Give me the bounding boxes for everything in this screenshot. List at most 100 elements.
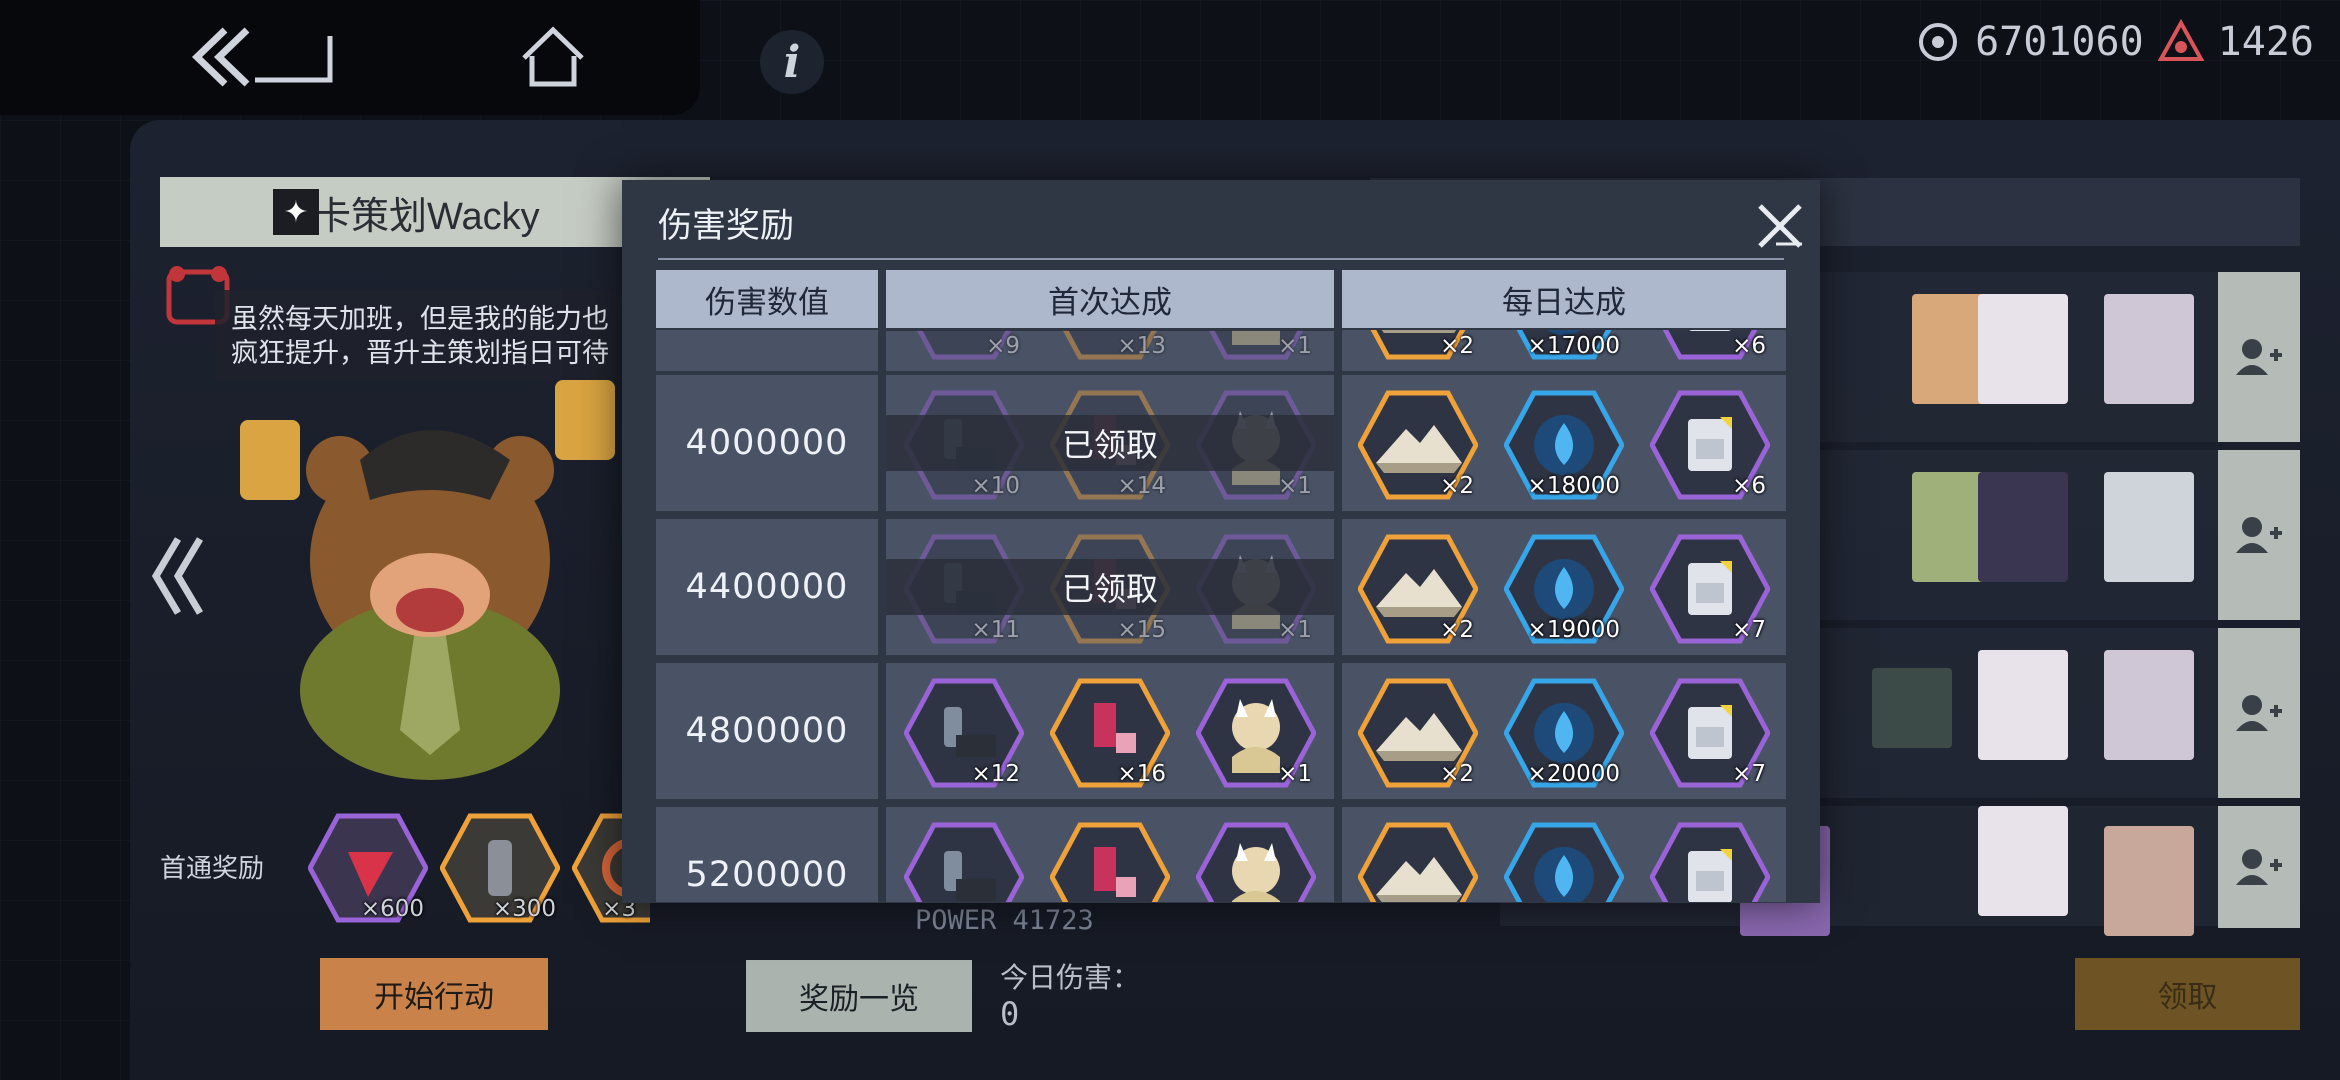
reward-quantity: ×600 [360,896,424,922]
reward-quantity: ×2 [1440,761,1474,787]
power-text: POWER 41723 [915,905,1094,936]
reward-item[interactable]: ×6 [1650,389,1770,501]
reward-item[interactable] [1504,821,1624,902]
reward-item[interactable]: ×2 [1358,533,1478,645]
reward-item[interactable]: ×6 [1650,330,1770,361]
currency-1-value: 6701060 [1975,19,2144,65]
empty-slot [1872,668,1952,748]
ore-pile-icon [1358,822,1478,902]
reward-quantity: ×20000 [1527,761,1620,787]
add-user-icon [2236,695,2282,731]
damage-value: 4000000 [656,375,878,511]
reward-quantity: ×15 [1117,617,1166,643]
reward-item[interactable]: ×2 [1358,330,1478,361]
title-divider [658,258,1784,260]
triangle-gem-icon [2157,19,2204,61]
reward-row: 4000000 ×10 ×14 ×1 已领取 ×2 ×18000 ×6 [656,375,1786,511]
reward-quantity: ×2 [1440,333,1474,359]
reward-quantity: ×1 [1278,761,1312,787]
daily-reward-cell: ×2 ×17000 ×6 [1342,330,1786,371]
reward-item[interactable] [1196,821,1316,902]
double-chevron-left-icon [151,537,204,615]
reward-item[interactable] [1358,821,1478,902]
claim-button[interactable]: 领取 [2075,958,2300,1030]
add-user-icon [2236,517,2282,553]
portrait [1978,650,2068,760]
portrait [1978,806,2068,916]
home-button[interactable] [515,22,590,92]
reward-quantity: ×2 [1440,473,1474,499]
info-button[interactable]: i [760,30,824,94]
reward-rows-scroll[interactable]: 3600000×9×13×1已领取×2×17000×64000000×10×14… [656,330,1786,902]
add-member-button[interactable] [2218,628,2300,798]
reward-quantity: ×7 [1732,761,1766,787]
reward-item[interactable]: ×1 [1196,677,1316,789]
start-action-button[interactable]: 开始行动 [320,958,548,1030]
first-clear-label: 首通奖励 [160,853,265,883]
portrait [2104,826,2194,936]
reward-quantity: ×14 [1117,473,1166,499]
reward-item[interactable]: ×7 [1650,677,1770,789]
portrait [1978,472,2068,582]
first-clear-reward-2[interactable]: ×300 [439,812,561,924]
claimed-label: 已领取 [886,330,1334,331]
reward-quantity: ×1 [1278,617,1312,643]
today-damage-value: 0 [1000,995,1020,1033]
add-member-button[interactable] [2218,450,2300,620]
reward-item[interactable]: ×7 [1650,533,1770,645]
first-reward-cell: ×9 ×13 ×1 已领取 [886,330,1334,371]
reward-item[interactable]: ×18000 [1504,389,1624,501]
info-icon: i [783,36,801,88]
currency-2-value: 1426 [2217,19,2314,65]
reward-item[interactable] [904,821,1024,902]
damage-value: 4400000 [656,519,878,655]
gear-part-icon [904,822,1024,902]
daily-reward-cell [1342,807,1786,902]
damage-value: 5200000 [656,807,878,902]
reward-quantity: ×11 [971,617,1020,643]
chip-card-icon [1650,822,1770,902]
reward-item[interactable]: ×19000 [1504,533,1624,645]
reward-quantity: ×6 [1732,473,1766,499]
reward-quantity: ×17000 [1527,333,1620,359]
portrait [2104,650,2194,760]
reward-item[interactable]: ×13 [1050,330,1170,361]
reward-row: 5200000 [656,807,1786,902]
reward-item[interactable]: ×16 [1050,677,1170,789]
back-button[interactable] [185,22,335,92]
reward-item[interactable]: ×9 [904,330,1024,361]
reward-quantity: ×9 [986,333,1020,359]
modal-title: 伤害奖励 [658,207,794,245]
reward-quantity: ×12 [971,761,1020,787]
modal-close-button[interactable] [1750,196,1810,256]
speech-line-1: 虽然每天加班，但是我的能力也 [231,304,609,334]
reward-quantity: ×16 [1117,761,1166,787]
reward-item[interactable]: ×12 [904,677,1024,789]
reward-quantity: ×300 [492,896,556,922]
add-member-button[interactable] [2218,272,2300,442]
previous-stage-arrow[interactable] [150,530,210,645]
reward-item[interactable] [1650,821,1770,902]
first-reward-cell: ×12 ×16 ×1 [886,663,1334,799]
cube-crystal-icon [1050,822,1170,902]
reward-item[interactable]: ×20000 [1504,677,1624,789]
add-member-button[interactable] [2218,806,2300,928]
daily-reward-cell: ×2 ×20000 ×7 [1342,663,1786,799]
first-clear-reward-1[interactable]: ×600 [307,812,429,924]
damage-reward-modal: 伤害奖励 伤害数值 首次达成 每日达成 3600000×9×13×1已领取×2×… [622,180,1820,903]
reward-quantity: ×19000 [1527,617,1620,643]
add-user-icon [2236,849,2282,885]
first-reward-cell: ×10 ×14 ×1 已领取 [886,375,1334,511]
reward-item[interactable]: ×1 [1196,330,1316,361]
reward-item[interactable] [1050,821,1170,902]
sparkle-icon: ✦ [273,189,319,235]
close-x-icon [1758,204,1802,248]
reward-list-button[interactable]: 奖励一览 [746,960,972,1032]
reward-item[interactable]: ×2 [1358,389,1478,501]
reward-item[interactable]: ×2 [1358,677,1478,789]
bear-character-illustration [220,360,640,780]
reward-quantity: ×2 [1440,617,1474,643]
daily-reward-cell: ×2 ×18000 ×6 [1342,375,1786,511]
reward-item[interactable]: ×17000 [1504,330,1624,361]
first-reward-cell: ×11 ×15 ×1 已领取 [886,519,1334,655]
